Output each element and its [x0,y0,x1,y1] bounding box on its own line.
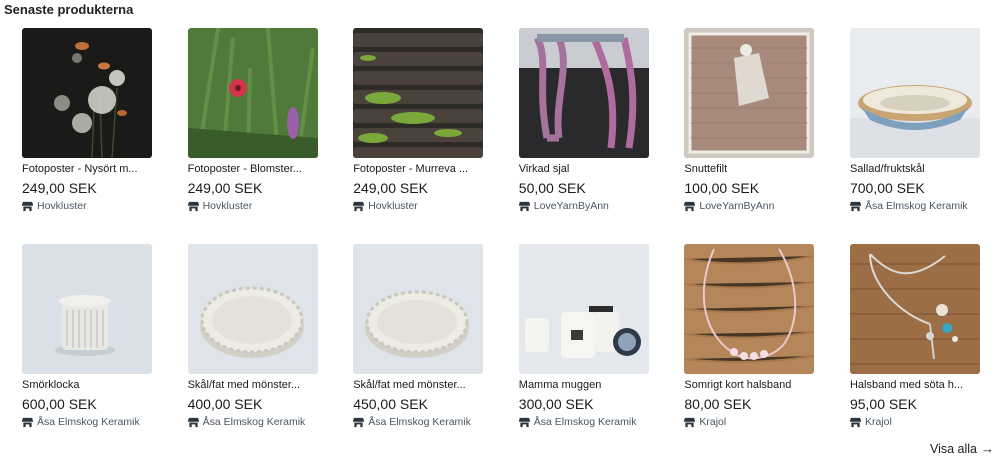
product-image[interactable] [684,244,815,374]
product-seller[interactable]: Åsa Elmskog Keramik [518,416,649,429]
seller-name: LoveYarnByAnn [699,200,775,212]
product-image[interactable] [518,28,649,158]
product-seller[interactable]: Krajol [684,416,814,429]
product-price: 100,00 SEK [684,180,760,196]
product-price: 400,00 SEK [187,396,263,412]
product-title[interactable]: Fotoposter - Nysört m... [22,163,152,176]
seller-name: LoveYarnByAnn [533,200,609,212]
product-image[interactable] [187,244,318,374]
shop-icon [684,201,696,212]
product-image[interactable] [684,28,815,158]
product-title[interactable]: Mamma muggen [519,379,649,392]
product-image[interactable] [849,244,980,374]
shop-icon [353,417,365,428]
product-price: 95,00 SEK [849,396,917,412]
seller-name: Åsa Elmskog Keramik [37,416,140,428]
product-title[interactable]: Halsband med söta h... [850,379,980,392]
product-image[interactable] [353,244,484,374]
product-card[interactable]: Virkad sjal 50,00 SEK LoveYarnByAnn [518,28,649,226]
shop-icon [187,201,199,212]
view-all-label: Visa alla [929,441,977,456]
product-price: 80,00 SEK [684,396,752,412]
product-card[interactable]: Somrigt kort halsband 80,00 SEK Krajol [684,244,815,442]
shop-icon [22,417,33,428]
product-price: 300,00 SEK [518,396,594,412]
product-card[interactable]: Halsband med söta h... 95,00 SEK Krajol [849,244,980,442]
product-image[interactable] [187,28,318,158]
product-seller[interactable]: LoveYarnByAnn [518,200,649,213]
seller-name: Åsa Elmskog Keramik [864,200,968,212]
product-image[interactable] [22,28,152,158]
product-card[interactable]: Snuttefilt 100,00 SEK LoveYarnByAnn [684,28,815,226]
product-card[interactable]: Skål/fat med mönster... 450,00 SEK Åsa E… [353,244,484,442]
product-title[interactable]: Snuttefilt [684,163,814,176]
product-grid: Fotoposter - Nysört m... 249,00 SEK Hovk… [22,28,980,442]
seller-name: Åsa Elmskog Keramik [368,416,471,428]
shop-icon [518,417,530,428]
product-price: 700,00 SEK [849,180,925,196]
seller-name: Åsa Elmskog Keramik [202,416,306,428]
product-price: 249,00 SEK [353,180,428,196]
seller-name: Hovkluster [202,200,253,212]
product-image[interactable] [518,244,649,374]
product-card[interactable]: Mamma muggen 300,00 SEK Åsa Elmskog Kera… [518,244,649,442]
product-title[interactable]: Somrigt kort halsband [684,379,814,392]
product-seller[interactable]: Hovkluster [353,200,483,213]
product-card[interactable]: Fotoposter - Murreva ... 249,00 SEK Hovk… [353,28,484,226]
product-price: 249,00 SEK [22,180,97,196]
product-card[interactable]: Skål/fat med mönster... 400,00 SEK Åsa E… [187,244,318,442]
section-title: Senaste produkterna [4,2,134,17]
product-title[interactable]: Fotoposter - Blomster... [188,163,318,176]
product-title[interactable]: Skål/fat med mönster... [353,379,483,392]
seller-name: Hovkluster [368,200,418,212]
product-seller[interactable]: LoveYarnByAnn [684,200,814,213]
product-image[interactable] [849,28,980,158]
product-price: 450,00 SEK [353,396,428,412]
product-image[interactable] [353,28,484,158]
product-seller[interactable]: Krajol [849,416,980,429]
product-title[interactable]: Sallad/fruktskål [850,163,980,176]
product-seller[interactable]: Åsa Elmskog Keramik [849,200,980,213]
shop-icon [187,417,199,428]
shop-icon [353,201,365,212]
view-all-link[interactable]: Visa alla → [930,441,994,456]
product-seller[interactable]: Åsa Elmskog Keramik [187,416,318,429]
shop-icon [849,417,861,428]
seller-name: Hovkluster [37,200,87,212]
product-title[interactable]: Fotoposter - Murreva ... [353,163,483,176]
shop-icon [684,417,696,428]
product-price: 600,00 SEK [22,396,97,412]
product-seller[interactable]: Åsa Elmskog Keramik [22,416,152,429]
shop-icon [849,201,861,212]
seller-name: Krajol [864,416,892,428]
shop-icon [518,201,530,212]
product-price: 249,00 SEK [187,180,263,196]
product-card[interactable]: Smörklocka 600,00 SEK Åsa Elmskog Kerami… [22,244,152,442]
product-seller[interactable]: Hovkluster [187,200,318,213]
product-title[interactable]: Virkad sjal [519,163,649,176]
arrow-right-icon: → [981,441,994,456]
product-card[interactable]: Sallad/fruktskål 700,00 SEK Åsa Elmskog … [849,28,980,226]
product-image[interactable] [22,244,152,374]
seller-name: Åsa Elmskog Keramik [533,416,637,428]
product-price: 50,00 SEK [518,180,586,196]
product-card[interactable]: Fotoposter - Blomster... 249,00 SEK Hovk… [187,28,318,226]
product-seller[interactable]: Åsa Elmskog Keramik [353,416,483,429]
product-card[interactable]: Fotoposter - Nysört m... 249,00 SEK Hovk… [22,28,152,226]
product-title[interactable]: Skål/fat med mönster... [188,379,318,392]
shop-icon [22,201,33,212]
product-seller[interactable]: Hovkluster [22,200,152,213]
product-title[interactable]: Smörklocka [22,379,152,392]
seller-name: Krajol [699,416,727,428]
